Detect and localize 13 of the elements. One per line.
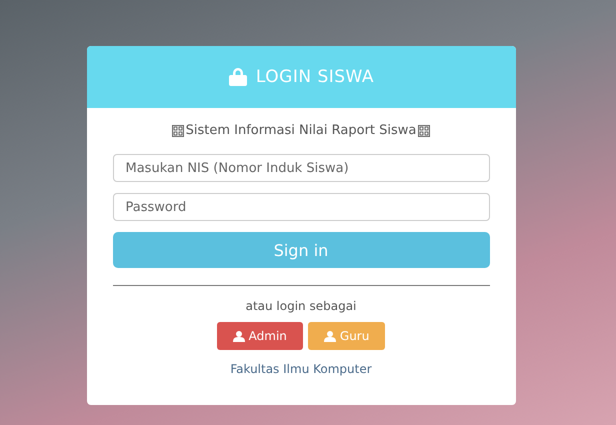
missing-glyph-icon [172, 124, 184, 136]
user-icon [324, 330, 336, 342]
nis-field[interactable]: Masukan NIS (Nomor Induk Siswa) [112, 154, 490, 182]
footer-link[interactable]: Fakultas Ilmu Komputer [112, 362, 490, 376]
password-field[interactable]: Password [112, 193, 490, 221]
sign-in-button[interactable]: Sign in [112, 232, 490, 268]
subtitle-text: Sistem Informasi Nilai Raport Siswa [186, 123, 416, 138]
card-title: LOGIN SISWA [256, 67, 374, 87]
alt-login-label: atau login sebagai [244, 299, 358, 313]
user-icon [232, 330, 245, 342]
role-button[interactable]: Admin [216, 322, 303, 350]
lock-icon [228, 68, 248, 86]
missing-glyph-icon [418, 124, 430, 136]
